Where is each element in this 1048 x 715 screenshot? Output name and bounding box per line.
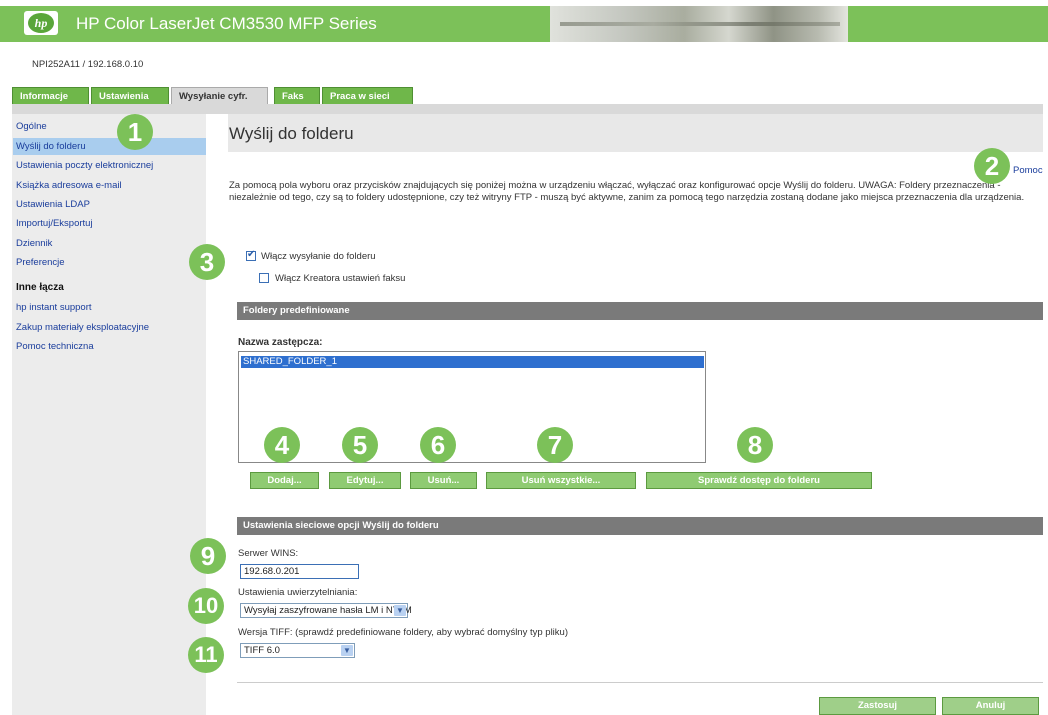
callout-marker-8: 8: [737, 427, 773, 463]
add-button[interactable]: Dodaj...: [250, 472, 319, 489]
hp-logo-icon: hp: [28, 13, 54, 33]
sidebar-item-poczta[interactable]: Ustawienia poczty elektronicznej: [16, 160, 153, 171]
callout-marker-9: 9: [190, 538, 226, 574]
header-title: HP Color LaserJet CM3530 MFP Series: [76, 14, 377, 33]
alias-label: Nazwa zastępcza:: [238, 337, 323, 348]
tab-underline: [12, 104, 1043, 114]
sidebar-item-import-export[interactable]: Importuj/Eksportuj: [16, 218, 93, 229]
callout-marker-2: 2: [974, 148, 1010, 184]
remove-all-button[interactable]: Usuń wszystkie...: [486, 472, 636, 489]
check-access-button[interactable]: Sprawdź dostęp do folderu: [646, 472, 872, 489]
chevron-down-icon[interactable]: ▼: [341, 645, 353, 656]
predefined-folders-header: Foldery predefiniowane: [237, 302, 1043, 320]
edit-button[interactable]: Edytuj...: [329, 472, 401, 489]
folder-list-item[interactable]: SHARED_FOLDER_1: [241, 356, 704, 368]
auth-select[interactable]: Wysyłaj zaszyfrowane hasła LM i NTLM ▼: [240, 603, 412, 618]
tab-informacje[interactable]: Informacje: [12, 87, 89, 104]
wins-label: Serwer WINS:: [238, 548, 299, 559]
sidebar-links-heading: Inne łącza: [16, 282, 64, 293]
form-divider: [237, 682, 1043, 683]
sidebar-item-ksiazka-adresowa[interactable]: Książka adresowa e-mail: [16, 180, 122, 191]
tab-faks[interactable]: Faks: [274, 87, 320, 104]
apply-button[interactable]: Zastosuj: [819, 697, 936, 715]
tiff-label: Wersja TIFF: (sprawdź predefiniowane fol…: [238, 627, 568, 638]
callout-marker-6: 6: [420, 427, 456, 463]
callout-marker-7: 7: [537, 427, 573, 463]
tiff-select[interactable]: TIFF 6.0 ▼: [240, 643, 355, 658]
remove-button[interactable]: Usuń...: [410, 472, 477, 489]
callout-marker-5: 5: [342, 427, 378, 463]
callout-marker-3: 3: [189, 244, 225, 280]
sidebar-item-ogolne[interactable]: Ogólne: [16, 121, 47, 132]
sidebar-item-preferencje[interactable]: Preferencje: [16, 257, 65, 268]
tab-praca-w-sieci[interactable]: Praca w sieci: [322, 87, 413, 104]
auth-select-value: Wysyłaj zaszyfrowane hasła LM i NTLM: [244, 605, 412, 616]
sidebar-item-wyslij-do-folderu[interactable]: Wyślij do folderu: [13, 138, 206, 155]
tab-ustawienia[interactable]: Ustawienia: [91, 87, 169, 104]
fax-wizard-checkbox[interactable]: [259, 273, 269, 283]
network-settings-header: Ustawienia sieciowe opcji Wyślij do fold…: [237, 517, 1043, 535]
sidebar-link-zakup[interactable]: Zakup materiały eksploatacyjne: [16, 322, 149, 333]
wins-server-input[interactable]: 192.68.0.201: [240, 564, 359, 579]
callout-marker-11: 11: [188, 637, 224, 673]
device-identifier: NPI252A11 / 192.168.0.10: [32, 59, 144, 70]
callout-marker-1: 1: [117, 114, 153, 150]
chevron-down-icon[interactable]: ▼: [394, 605, 406, 616]
sidebar-item-dziennik[interactable]: Dziennik: [16, 238, 52, 249]
send-to-folder-checkbox[interactable]: [246, 249, 256, 261]
callout-marker-4: 4: [264, 427, 300, 463]
page-description: Za pomocą pola wyboru oraz przycisków zn…: [229, 180, 1025, 203]
tiff-select-value: TIFF 6.0: [244, 645, 280, 656]
send-to-folder-label: Włącz wysyłanie do folderu: [261, 251, 376, 262]
fax-wizard-label: Włącz Kreatora ustawień faksu: [275, 273, 406, 284]
sidebar-link-instant-support[interactable]: hp instant support: [16, 302, 92, 313]
header-banner-detail: [560, 22, 840, 26]
content-gutter: [206, 114, 228, 715]
sidebar-link-pomoc-techniczna[interactable]: Pomoc techniczna: [16, 341, 94, 352]
cancel-button[interactable]: Anuluj: [942, 697, 1039, 715]
sidebar-item-ldap[interactable]: Ustawienia LDAP: [16, 199, 90, 210]
page-title: Wyślij do folderu: [229, 124, 354, 143]
auth-label: Ustawienia uwierzytelniania:: [238, 587, 358, 598]
callout-marker-10: 10: [188, 588, 224, 624]
help-link[interactable]: Pomoc: [1013, 165, 1043, 176]
